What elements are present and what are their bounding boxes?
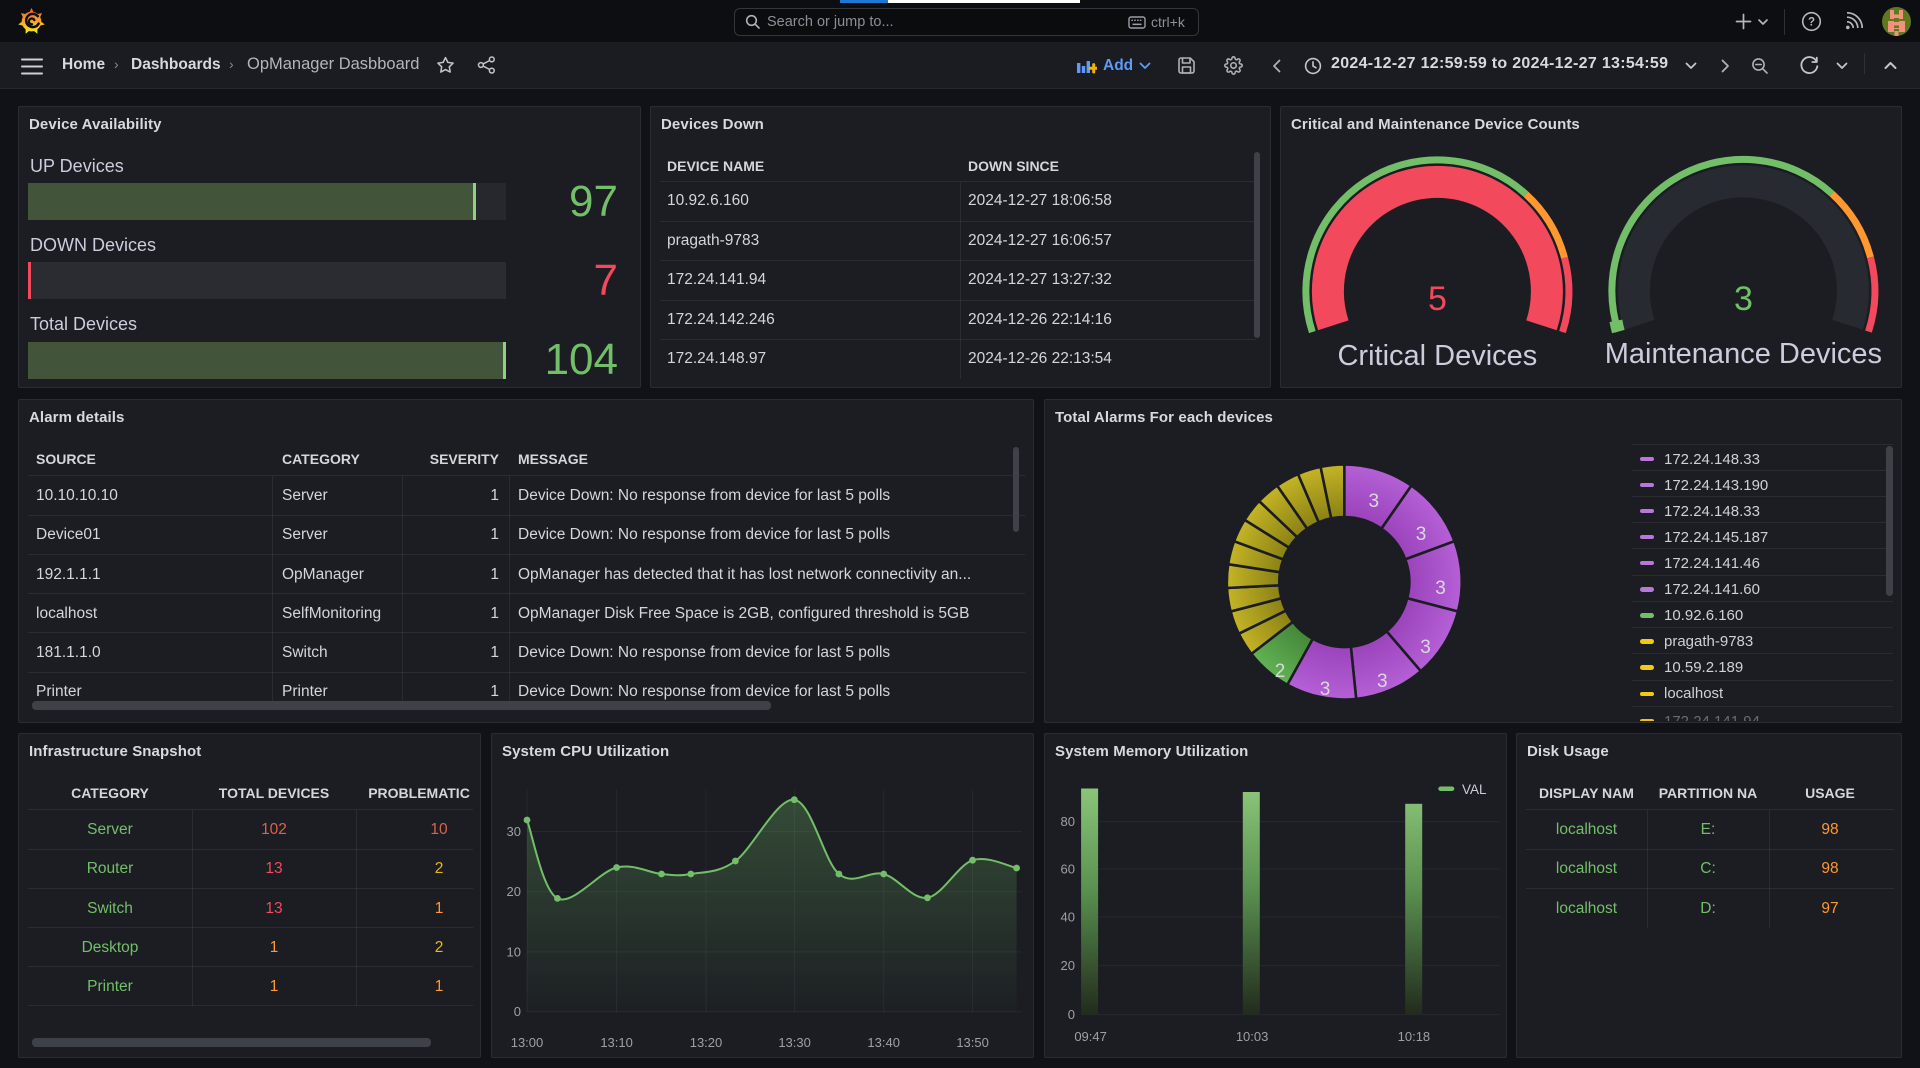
svg-text:13:10: 13:10 xyxy=(600,1035,633,1050)
svg-text:13:20: 13:20 xyxy=(690,1035,723,1050)
svg-text:20: 20 xyxy=(507,884,521,899)
svg-text:0: 0 xyxy=(514,1004,521,1019)
svg-text:3: 3 xyxy=(1377,671,1388,692)
svg-text:10:03: 10:03 xyxy=(1236,1029,1269,1044)
svg-text:2: 2 xyxy=(1275,661,1286,682)
svg-text:13:00: 13:00 xyxy=(511,1035,544,1050)
svg-text:3: 3 xyxy=(1420,637,1431,658)
svg-text:80: 80 xyxy=(1061,814,1075,829)
svg-text:3: 3 xyxy=(1435,578,1446,599)
svg-text:10: 10 xyxy=(507,944,521,959)
svg-text:13:40: 13:40 xyxy=(867,1035,900,1050)
svg-text:13:50: 13:50 xyxy=(956,1035,989,1050)
svg-text:3: 3 xyxy=(1320,679,1331,700)
svg-text:13:30: 13:30 xyxy=(778,1035,811,1050)
svg-text:VAL: VAL xyxy=(1462,782,1487,797)
svg-text:3: 3 xyxy=(1369,491,1380,512)
svg-text:Critical Devices: Critical Devices xyxy=(1337,340,1537,372)
svg-text:3: 3 xyxy=(1416,524,1427,545)
svg-text:10:18: 10:18 xyxy=(1398,1029,1431,1044)
svg-text:40: 40 xyxy=(1061,910,1075,925)
svg-text:60: 60 xyxy=(1061,862,1075,877)
svg-text:?: ? xyxy=(1808,17,1815,29)
svg-text:20: 20 xyxy=(1061,958,1075,973)
svg-text:3: 3 xyxy=(1734,280,1753,318)
svg-text:Maintenance Devices: Maintenance Devices xyxy=(1605,338,1882,370)
svg-text:09:47: 09:47 xyxy=(1074,1029,1107,1044)
svg-text:0: 0 xyxy=(1068,1007,1075,1022)
svg-text:30: 30 xyxy=(507,824,521,839)
svg-text:5: 5 xyxy=(1428,280,1447,318)
